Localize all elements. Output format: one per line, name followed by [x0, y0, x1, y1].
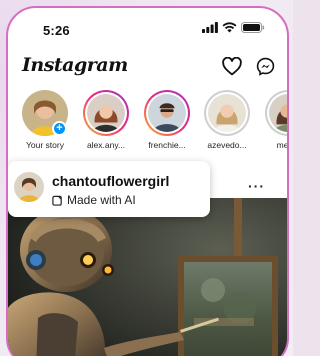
story-ring — [144, 90, 190, 136]
story-label: meish — [276, 140, 289, 150]
stories-bar: + Your story alex.any... frenchie... aze… — [8, 90, 287, 160]
story-azevedo[interactable]: azevedo... — [197, 90, 257, 150]
avatar — [148, 94, 186, 132]
instagram-logo[interactable]: Instagram — [22, 54, 128, 76]
status-icons — [202, 22, 265, 33]
app-header: Instagram — [8, 52, 287, 82]
avatar — [87, 94, 125, 132]
post-author-avatar[interactable] — [14, 172, 44, 202]
post-header-card[interactable]: chantouflowergirl Made with AI — [8, 161, 210, 217]
avatar — [269, 94, 287, 132]
post-image[interactable] — [8, 198, 287, 356]
story-label: azevedo... — [207, 140, 247, 150]
ai-tag-icon — [52, 195, 62, 206]
story-ring — [204, 90, 250, 136]
story-your-story[interactable]: + Your story — [15, 90, 75, 150]
story-label: alex.any... — [86, 140, 126, 150]
messenger-icon[interactable] — [256, 57, 275, 76]
signal-icon — [202, 22, 218, 33]
more-options-icon[interactable]: ··· — [248, 178, 265, 194]
story-meish[interactable]: meish — [258, 90, 289, 150]
ai-label-text: Made with AI — [67, 193, 136, 207]
story-ring — [265, 90, 287, 136]
wifi-icon — [222, 22, 237, 33]
add-story-icon[interactable]: + — [52, 121, 67, 136]
ai-label[interactable]: Made with AI — [52, 193, 136, 207]
avatar — [208, 94, 246, 132]
story-label: frenchie... — [148, 140, 186, 150]
story-ring — [83, 90, 129, 136]
story-label: Your story — [26, 140, 64, 150]
battery-icon — [241, 22, 265, 33]
post-username[interactable]: chantouflowergirl — [52, 173, 169, 189]
status-time: 5:26 — [43, 23, 70, 38]
robot-painting-image — [8, 198, 287, 356]
story-alex[interactable]: alex.any... — [76, 90, 136, 150]
story-frenchie[interactable]: frenchie... — [137, 90, 197, 150]
status-bar: 5:26 — [8, 8, 287, 46]
phone-frame: 5:26 Instagram + Your story alex.any... … — [6, 6, 289, 356]
heart-icon[interactable] — [222, 57, 242, 76]
